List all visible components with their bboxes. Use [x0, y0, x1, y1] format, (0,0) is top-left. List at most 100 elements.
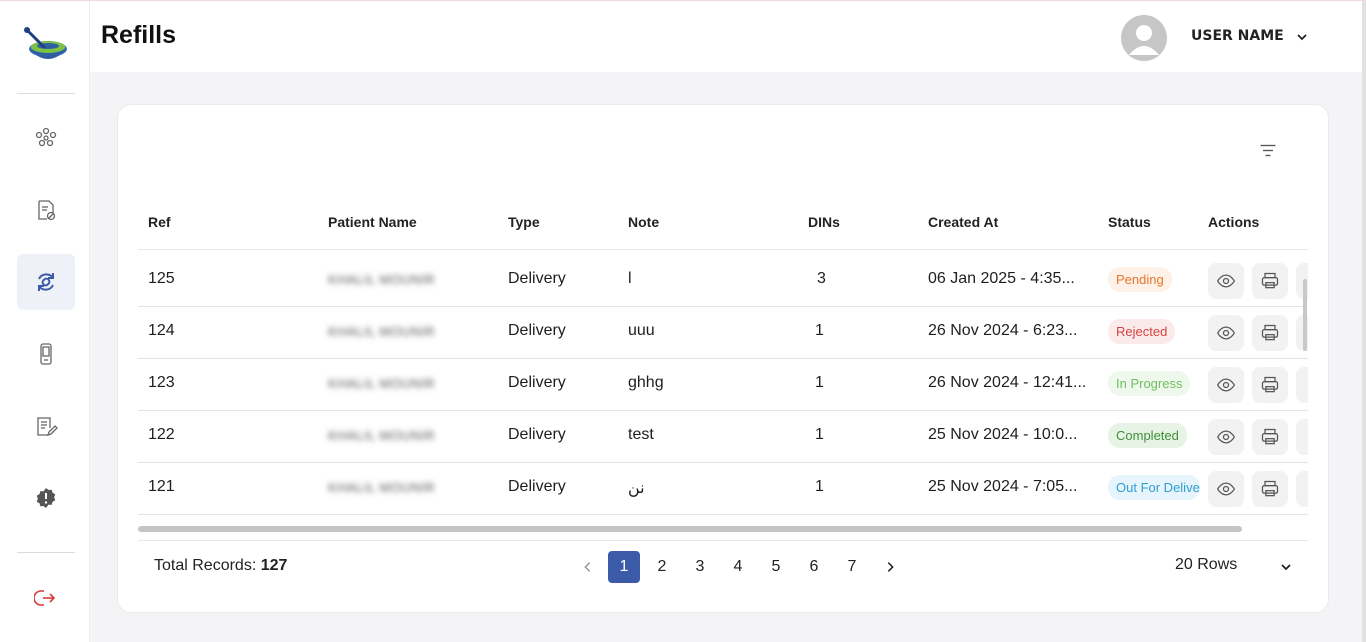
- total-records-label: Total Records:: [154, 557, 257, 574]
- chevron-down-icon[interactable]: [1294, 29, 1310, 45]
- cell-type: Delivery: [508, 374, 566, 391]
- col-status[interactable]: Status: [1108, 214, 1151, 230]
- page-2-button[interactable]: 2: [646, 551, 678, 583]
- page-4-button[interactable]: 4: [722, 551, 754, 583]
- print-button[interactable]: [1252, 263, 1288, 299]
- col-dins[interactable]: DINs: [808, 214, 840, 230]
- page-3-button[interactable]: 3: [684, 551, 716, 583]
- sidebar-item-refills[interactable]: [17, 254, 75, 310]
- cell-patient-name: KHALIL MOUNIR: [328, 376, 436, 391]
- sidebar-item-notes[interactable]: [17, 398, 75, 454]
- page-7-button[interactable]: 7: [836, 551, 868, 583]
- logout-button[interactable]: [17, 570, 75, 626]
- cell-ref: 125: [148, 270, 175, 287]
- col-actions: Actions: [1208, 214, 1260, 230]
- alert-icon: [36, 488, 56, 508]
- cell-created-at: 26 Nov 2024 - 12:41...: [928, 374, 1087, 391]
- col-ref[interactable]: Ref: [148, 214, 171, 230]
- col-type[interactable]: Type: [508, 214, 540, 230]
- logout-icon: [34, 590, 56, 606]
- filter-icon: [1260, 144, 1276, 156]
- patients-icon: [35, 127, 57, 147]
- cell-patient-name: KHALIL MOUNIR: [328, 480, 436, 495]
- status-badge: Pending: [1108, 267, 1172, 292]
- print-button[interactable]: [1252, 471, 1288, 507]
- view-button[interactable]: [1208, 315, 1244, 351]
- device-icon: [40, 343, 52, 365]
- print-button[interactable]: [1252, 315, 1288, 351]
- sidebar-item-alerts[interactable]: [17, 470, 75, 526]
- cell-note: uuu: [628, 322, 655, 339]
- more-action-button[interactable]: [1296, 471, 1308, 507]
- cell-created-at: 06 Jan 2025 - 4:35...: [928, 270, 1075, 287]
- print-button[interactable]: [1252, 419, 1288, 455]
- cell-dins: 1: [815, 478, 824, 495]
- cell-dins: 1: [815, 322, 824, 339]
- sidebar-item-devices[interactable]: [17, 326, 75, 382]
- cell-note: نن: [628, 480, 645, 497]
- table-row: 124 KHALIL MOUNIR Delivery uuu 1 26 Nov …: [138, 307, 1308, 359]
- status-badge: Out For Delivery: [1108, 475, 1200, 500]
- col-note[interactable]: Note: [628, 214, 659, 230]
- table-vertical-scrollbar[interactable]: [1303, 279, 1307, 351]
- sidebar-divider-top: [17, 93, 75, 94]
- sidebar-item-prescriptions[interactable]: [17, 182, 75, 238]
- cell-note: l: [628, 270, 632, 287]
- table-horizontal-scrollbar[interactable]: [138, 526, 1242, 532]
- page-1-button[interactable]: 1: [608, 551, 640, 583]
- table-header: Ref Patient Name Type Note DINs Created …: [138, 205, 1308, 250]
- page-5-button[interactable]: 5: [760, 551, 792, 583]
- total-records-value: 127: [260, 557, 288, 574]
- next-page-button[interactable]: [874, 551, 906, 583]
- more-action-button[interactable]: [1296, 367, 1308, 403]
- prev-page-button[interactable]: [572, 551, 604, 583]
- printer-icon: [1261, 376, 1279, 393]
- view-button[interactable]: [1208, 367, 1244, 403]
- cell-patient-name: KHALIL MOUNIR: [328, 324, 436, 339]
- print-button[interactable]: [1252, 367, 1288, 403]
- rows-per-page-select[interactable]: 20 Rows: [1175, 556, 1237, 574]
- top-header: Refills USER NAME: [90, 1, 1362, 72]
- col-created-at[interactable]: Created At: [928, 214, 998, 230]
- col-patient-name[interactable]: Patient Name: [328, 214, 417, 230]
- view-button[interactable]: [1208, 263, 1244, 299]
- printer-icon: [1261, 324, 1279, 341]
- cell-dins: 1: [815, 426, 824, 443]
- eye-icon: [1216, 274, 1236, 288]
- view-button[interactable]: [1208, 471, 1244, 507]
- view-button[interactable]: [1208, 419, 1244, 455]
- sidebar-item-patients[interactable]: [17, 110, 75, 166]
- cell-ref: 123: [148, 374, 175, 391]
- cell-patient-name: KHALIL MOUNIR: [328, 428, 436, 443]
- printer-icon: [1261, 428, 1279, 445]
- more-action-button[interactable]: [1296, 419, 1308, 455]
- eye-icon: [1216, 378, 1236, 392]
- cell-created-at: 25 Nov 2024 - 10:0...: [928, 426, 1078, 443]
- cell-created-at: 25 Nov 2024 - 7:05...: [928, 478, 1078, 495]
- eye-icon: [1216, 430, 1236, 444]
- user-name[interactable]: USER NAME: [1191, 28, 1284, 44]
- page-scrollbar[interactable]: [1362, 1, 1366, 642]
- filter-button[interactable]: [1256, 141, 1280, 159]
- table-row: 125 KHALIL MOUNIR Delivery l 3 06 Jan 20…: [138, 255, 1308, 307]
- printer-icon: [1261, 480, 1279, 497]
- table-body: 125 KHALIL MOUNIR Delivery l 3 06 Jan 20…: [138, 255, 1308, 517]
- chevron-down-icon[interactable]: [1278, 559, 1294, 575]
- cell-type: Delivery: [508, 270, 566, 287]
- cell-note: test: [628, 426, 654, 443]
- cell-ref: 124: [148, 322, 175, 339]
- avatar[interactable]: [1121, 15, 1167, 61]
- cell-ref: 122: [148, 426, 175, 443]
- user-avatar-icon: [1129, 25, 1159, 55]
- eye-icon: [1216, 326, 1236, 340]
- cell-note: ghhg: [628, 374, 664, 391]
- page-6-button[interactable]: 6: [798, 551, 830, 583]
- table-row: 121 KHALIL MOUNIR Delivery نن 1 25 Nov 2…: [138, 463, 1308, 515]
- cell-created-at: 26 Nov 2024 - 6:23...: [928, 322, 1078, 339]
- sidebar: [0, 1, 90, 642]
- app-logo[interactable]: [22, 25, 68, 69]
- printer-icon: [1261, 272, 1279, 289]
- sidebar-divider-bottom: [17, 552, 75, 553]
- table-row: 123 KHALIL MOUNIR Delivery ghhg 1 26 Nov…: [138, 359, 1308, 411]
- refills-icon: [38, 273, 54, 291]
